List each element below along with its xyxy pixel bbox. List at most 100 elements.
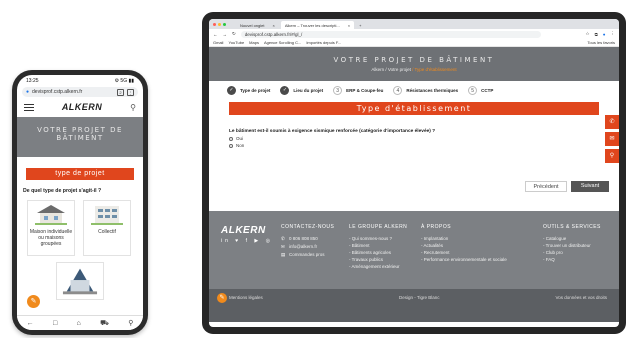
truck-icon[interactable]: ⛟ <box>100 319 109 328</box>
phone-fab-button[interactable]: ✎ <box>27 295 40 308</box>
group-title: LE GROUPE ALKERN <box>349 224 408 230</box>
radio-oui[interactable] <box>229 136 233 141</box>
back-icon[interactable]: ← <box>27 320 34 327</box>
card-erp[interactable] <box>56 262 104 300</box>
legal-link[interactable]: Mentions légales <box>229 295 263 300</box>
bookmark-gmail[interactable]: Gmail <box>213 40 223 45</box>
search-icon[interactable]: ⚲ <box>130 103 136 112</box>
mail-icon[interactable]: ✉ <box>605 132 619 146</box>
bookmark-imported[interactable]: Importés depuis F... <box>306 40 341 45</box>
close-tab-icon[interactable]: × <box>348 23 350 28</box>
phone-cards: Maison individuelle ou maisons groupées … <box>27 200 133 256</box>
card-collectif[interactable]: Collectif <box>83 200 131 256</box>
about-link[interactable]: - Recrutement <box>421 250 507 255</box>
tools-link[interactable]: - Club pro <box>543 250 601 255</box>
group-link[interactable]: - Bâtiment <box>349 243 407 248</box>
site-footer: ALKERN in ♥ f ▶ ◎ CONTACTEZ-NOUS ✆ 0 806 … <box>209 211 619 289</box>
book-icon[interactable]: □ <box>53 320 57 327</box>
footer-bottom-bar: ✎ Mentions légales Design - Tigre Blanc … <box>209 289 619 322</box>
step-5: 5 CCTP <box>468 85 494 95</box>
close-window-icon[interactable] <box>213 22 216 26</box>
alkern-logo[interactable]: ALKERN <box>62 102 103 112</box>
about-link[interactable]: - Performance environnementale et social… <box>421 257 507 262</box>
reload-icon[interactable]: ↻ <box>232 31 236 37</box>
phone-icon: ✆ <box>281 236 285 241</box>
phone-url-bar[interactable]: ● devisprof.cstp.alkern.fr 2 ⋮ <box>22 87 138 97</box>
step-label: CCTP <box>481 87 494 93</box>
address-bar[interactable]: devisprof.cstp.alkern.fr/#/gl_/ <box>240 30 541 38</box>
maximize-window-icon[interactable] <box>223 22 226 26</box>
site-icon: ● <box>26 89 30 95</box>
tools-link[interactable]: - Catalogue <box>543 236 601 241</box>
radio-non[interactable] <box>229 143 233 148</box>
back-icon[interactable]: ← <box>213 32 218 37</box>
browser-tabstrip: Nouvel onglet × Alkern – Trouver les desc… <box>209 19 619 29</box>
step-1[interactable]: ✓ Type de projet <box>227 85 270 95</box>
footer-fab-button[interactable]: ✎ <box>217 293 227 303</box>
tab-title: Nouvel onglet <box>240 22 265 28</box>
step-3: 3 ERP & Coupe-feu <box>333 85 384 95</box>
privacy-link[interactable]: Vos données et vos droits <box>555 295 607 300</box>
star-icon[interactable]: ☆ <box>586 31 590 37</box>
phone-hero: VOTRE PROJET DE BÂTIMENT <box>17 117 143 157</box>
minimize-window-icon[interactable] <box>218 22 221 26</box>
profile-icon[interactable]: ● <box>603 32 606 37</box>
about-link[interactable]: - Implantation <box>421 236 507 241</box>
group-link[interactable]: - Bâtiments agricoles <box>349 250 407 255</box>
footer-logo[interactable]: ALKERN <box>221 225 266 236</box>
social-icons[interactable]: in ♥ f ▶ ◎ <box>221 238 273 244</box>
group-link[interactable]: - Qui sommes-nous ? <box>349 236 407 241</box>
option-non[interactable]: Non <box>229 143 599 148</box>
page-hero: VOTRE PROJET DE BÂTIMENT Alkern / Votre … <box>209 47 619 81</box>
group-link[interactable]: - Travaux publics <box>349 257 407 262</box>
bookmark-all[interactable]: Tous les favoris <box>587 40 615 45</box>
bookmark-agence[interactable]: Agence Scrolling C... <box>264 40 301 45</box>
previous-button[interactable]: Précédent <box>525 181 567 192</box>
tools-link[interactable]: - Trouver un distributeur <box>543 243 601 248</box>
tabs-icon[interactable]: 2 <box>117 88 124 96</box>
phone-screen: 13:25 ⚙ 5G ▮▮ ● devisprof.cstp.alkern.fr… <box>17 75 143 330</box>
browser-tab-alkern[interactable]: Alkern – Trouver les descripti... × <box>280 21 355 29</box>
bookmark-maps[interactable]: Maps <box>249 40 259 45</box>
browser-tab-new[interactable]: Nouvel onglet × <box>236 21 279 29</box>
next-button[interactable]: Suivant <box>571 181 609 192</box>
tools-link[interactable]: - FAQ <box>543 257 601 262</box>
account-icon[interactable]: ⚲ <box>128 319 133 327</box>
browser-menu-icon[interactable]: ⋮ <box>611 31 616 37</box>
hamburger-icon[interactable] <box>24 103 34 111</box>
tablet-screen: Nouvel onglet × Alkern – Trouver les desc… <box>209 19 619 327</box>
option-label: Non <box>236 143 245 148</box>
group-link[interactable]: - Aménagement extérieur <box>349 264 407 269</box>
home-icon[interactable]: ⌂ <box>77 320 81 327</box>
option-oui[interactable]: Oui <box>229 136 599 141</box>
phone-status-bar: 13:25 ⚙ 5G ▮▮ <box>17 75 143 87</box>
step-4: 4 Résistances thermiques <box>393 85 458 95</box>
location-pin-icon[interactable]: ⚲ <box>605 149 619 163</box>
bookmark-youtube[interactable]: YouTube <box>228 40 244 45</box>
phone-device: 13:25 ⚙ 5G ▮▮ ● devisprof.cstp.alkern.fr… <box>12 70 148 335</box>
contact-phone[interactable]: ✆ 0 806 808 850 <box>281 236 334 242</box>
new-tab-icon[interactable]: + <box>356 23 364 29</box>
card-maison[interactable]: Maison individuelle ou maisons groupées <box>27 200 75 256</box>
contact-orders[interactable]: ▤ Commandes pros <box>281 252 334 258</box>
phone-nav: ALKERN ⚲ <box>17 97 143 117</box>
breadcrumb-prefix[interactable]: Alkern / Votre projet <box>371 67 411 72</box>
step-label: Lieu du projet <box>293 87 324 93</box>
phone-number: 0 806 808 850 <box>289 236 318 241</box>
option-label: Oui <box>236 136 244 141</box>
window-controls <box>213 19 226 29</box>
extensions-icon[interactable]: ⧉ <box>595 32 598 37</box>
step-2[interactable]: ✓ Lieu du projet <box>280 85 324 95</box>
design-credit[interactable]: Design - Tigre Blanc <box>399 295 440 300</box>
bookmarks-bar: Gmail YouTube Maps Agence Scrolling C...… <box>209 39 619 47</box>
menu-icon[interactable]: ⋮ <box>127 88 134 96</box>
document-icon: ▤ <box>281 252 286 257</box>
phone-icon[interactable]: ✆ <box>605 115 619 129</box>
forward-icon[interactable]: → <box>223 32 228 37</box>
card-maison-label: Maison individuelle ou maisons groupées <box>29 229 73 247</box>
close-tab-icon[interactable]: × <box>272 23 274 28</box>
about-link[interactable]: - Actualités <box>421 243 507 248</box>
contact-email[interactable]: ✉ info@alkern.fr <box>281 244 334 250</box>
tools-title: OUTILS & SERVICES <box>543 224 601 230</box>
step-label: ERP & Coupe-feu <box>346 87 384 93</box>
